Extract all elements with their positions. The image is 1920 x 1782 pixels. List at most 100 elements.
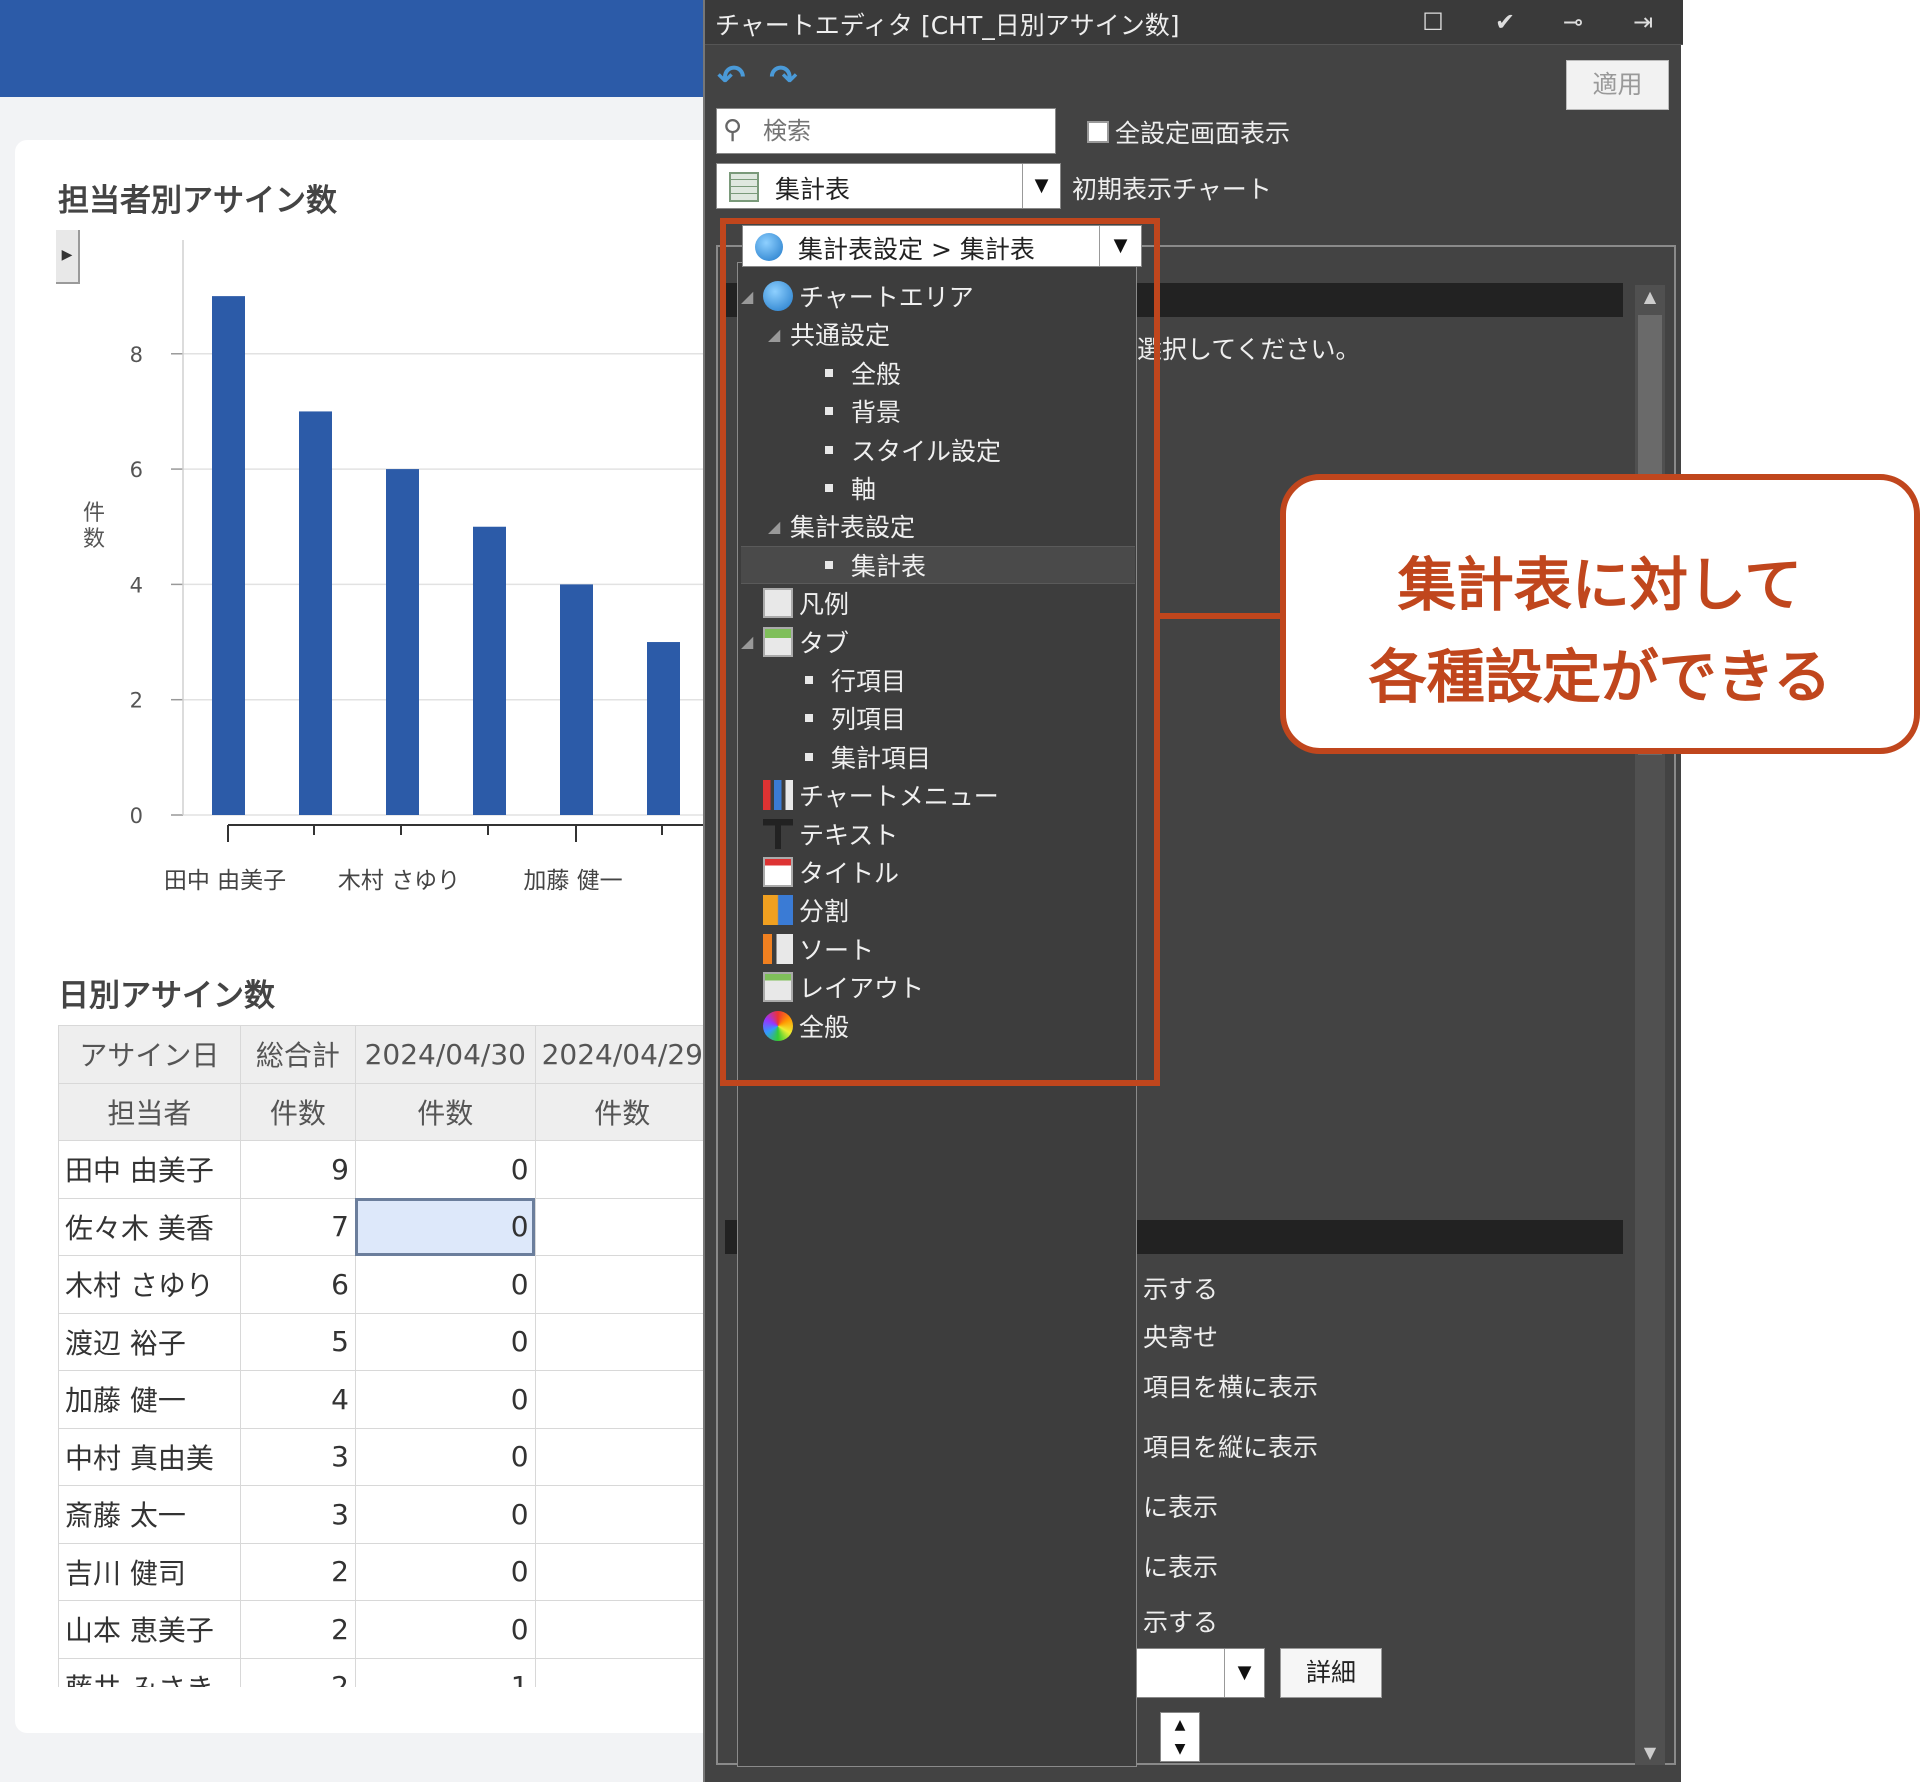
all-settings-toggle[interactable]: 全設定画面表示 [1087,114,1290,150]
header-assignee[interactable]: 担当者 [58,1082,241,1141]
total-cell[interactable]: 9 [239,1140,356,1199]
date-count-cell[interactable]: 0 [354,1600,536,1659]
option-text: 央寄せ [1143,1323,1219,1352]
undo-icon[interactable]: ↶ [717,58,746,98]
date-count-cell[interactable] [534,1657,710,1687]
maximize-icon[interactable]: ☐ [1415,6,1451,38]
initial-chart-label: 初期表示チャート [1072,175,1272,204]
editor-title: チャートエディタ [CHT_日別アサイン数] [715,11,1180,40]
date-count-cell[interactable]: 0 [354,1140,536,1199]
callout-line-1: 集計表に対して [1397,551,1803,619]
total-cell[interactable]: 2 [239,1600,356,1659]
chart-select[interactable]: 集計表 ▼ [716,163,1061,209]
header-date-0429[interactable]: 2024/04/29 [534,1025,710,1084]
total-cell[interactable]: 3 [239,1427,356,1486]
table-title: 日別アサイン数 [58,978,275,1014]
callout-connector [1160,613,1282,619]
chart-select-value: 集計表 [775,175,851,204]
option-text: に表示 [1143,1553,1219,1582]
table-row: 田中 由美子 9 0 [58,1140,710,1199]
total-cell[interactable]: 2 [239,1542,356,1601]
option-select[interactable]: ▼ [1135,1648,1265,1698]
table-row: 加藤 健一 4 0 [58,1370,710,1429]
total-cell[interactable]: 3 [239,1485,356,1544]
date-count-cell[interactable]: 0 [354,1542,536,1601]
date-count-cell[interactable]: 0 [354,1485,536,1544]
table-row: 斎藤 太一 3 0 [58,1485,710,1544]
dashboard-header-band [0,0,710,97]
apply-button[interactable]: 適用 [1566,60,1669,110]
table-row: 佐々木 美香 7 0 [58,1197,710,1256]
assignee-cell[interactable]: 木村 さゆり [58,1255,241,1314]
option-text: 示する [1143,1275,1219,1304]
date-count-cell[interactable]: 1 [354,1657,536,1687]
header-count[interactable]: 件数 [239,1082,356,1141]
assignee-cell[interactable]: 中村 真由美 [58,1427,241,1486]
assignee-cell[interactable]: 田中 由美子 [58,1140,241,1199]
date-count-cell[interactable]: 0 [354,1197,536,1256]
search-field[interactable]: ⚲ [716,108,1056,154]
assignee-cell[interactable]: 渡辺 裕子 [58,1312,241,1371]
date-count-cell[interactable] [534,1427,710,1486]
total-cell[interactable]: 2 [239,1657,356,1687]
header-count[interactable]: 件数 [534,1082,710,1141]
pin-icon[interactable]: ⊸ [1555,6,1591,38]
assignee-cell[interactable]: 佐々木 美香 [58,1197,241,1256]
date-count-cell[interactable]: 0 [354,1427,536,1486]
detail-button[interactable]: 詳細 [1280,1648,1382,1698]
hint-text: 選択してください。 [1137,335,1361,364]
total-cell[interactable]: 5 [239,1312,356,1371]
bar [212,296,245,815]
check-icon[interactable]: ✔ [1487,6,1523,38]
scroll-up-icon[interactable]: ▲ [1635,285,1665,309]
search-input[interactable] [763,114,1043,148]
chevron-down-icon[interactable]: ▼ [1022,164,1060,208]
option-text: に表示 [1143,1493,1219,1522]
bar [560,584,593,815]
date-count-cell[interactable] [534,1600,710,1659]
date-count-cell[interactable] [534,1370,710,1429]
header-grand-total[interactable]: 総合計 [239,1025,356,1084]
header-assign-date[interactable]: アサイン日 [58,1025,241,1084]
x-tick-label: 木村 さゆり [338,868,460,894]
bar-chart: 02468件数田中 由美子木村 さゆり加藤 健一斎 [83,240,705,894]
y-tick-label: 8 [130,343,143,367]
daily-assign-table: アサイン日 総合計 2024/04/30 2024/04/29 担当者 件数 件… [58,1025,710,1687]
option-text: 示する [1143,1608,1219,1637]
all-settings-checkbox[interactable] [1087,121,1109,143]
total-cell[interactable]: 6 [239,1255,356,1314]
y-tick-label: 0 [130,804,143,828]
pivot-table-icon [729,172,759,202]
total-cell[interactable]: 4 [239,1370,356,1429]
editor-titlebar: チャートエディタ [CHT_日別アサイン数] ☐ ✔ ⊸ ⇥ [705,0,1683,45]
date-count-cell[interactable]: 0 [354,1255,536,1314]
assignee-cell[interactable]: 吉川 健司 [58,1542,241,1601]
table-row: 山本 恵美子 2 0 [58,1600,710,1659]
assignee-cell[interactable]: 斎藤 太一 [58,1485,241,1544]
date-count-cell[interactable]: 0 [354,1370,536,1429]
number-spinner[interactable]: ▲ ▼ [1160,1712,1200,1762]
y-tick-label: 4 [130,573,143,597]
scroll-down-icon[interactable]: ▼ [1635,1741,1665,1765]
table-row: 藤井 みさき21 [58,1657,710,1687]
assignee-cell[interactable]: 藤井 みさき [58,1657,241,1687]
chevron-down-icon[interactable]: ▼ [1224,1649,1264,1697]
date-count-cell[interactable] [534,1197,710,1256]
date-count-cell[interactable]: 0 [354,1312,536,1371]
date-count-cell[interactable] [534,1542,710,1601]
date-count-cell[interactable] [534,1312,710,1371]
date-count-cell[interactable] [534,1485,710,1544]
assignee-cell[interactable]: 山本 恵美子 [58,1600,241,1659]
exit-icon[interactable]: ⇥ [1625,6,1661,38]
all-settings-label: 全設定画面表示 [1115,119,1291,148]
daily-assign-table-viewport: アサイン日 総合計 2024/04/30 2024/04/29 担当者 件数 件… [58,1025,710,1687]
date-count-cell[interactable] [534,1255,710,1314]
assignee-cell[interactable]: 加藤 健一 [58,1370,241,1429]
date-count-cell[interactable] [534,1140,710,1199]
callout-bubble: 集計表に対して 各種設定ができる [1280,474,1920,754]
table-row: 木村 さゆり 6 0 [58,1255,710,1314]
header-count[interactable]: 件数 [354,1082,536,1141]
header-date-0430[interactable]: 2024/04/30 [354,1025,536,1084]
total-cell[interactable]: 7 [239,1197,356,1256]
redo-icon[interactable]: ↷ [769,58,798,98]
